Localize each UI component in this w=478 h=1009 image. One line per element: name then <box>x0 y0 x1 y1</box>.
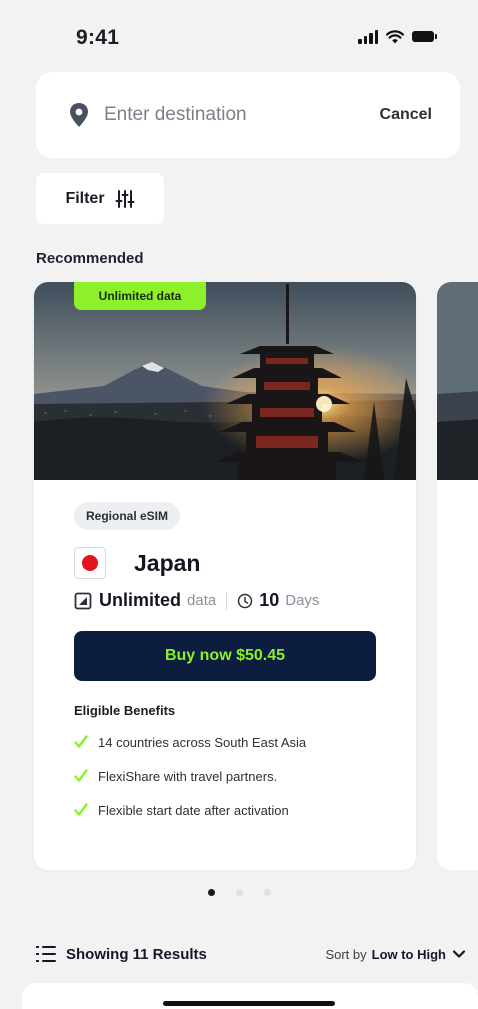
cancel-button[interactable]: Cancel <box>380 106 432 124</box>
plan-details: Unlimited data 10 Days <box>74 590 376 611</box>
check-icon <box>74 735 88 748</box>
unlimited-data-badge: Unlimited data <box>74 282 206 310</box>
battery-icon <box>412 31 437 42</box>
pagination-dot[interactable] <box>235 889 243 896</box>
location-pin-icon <box>68 102 90 128</box>
home-indicator <box>163 1001 335 1006</box>
sort-prefix: Sort by <box>325 946 367 962</box>
carousel-pagination <box>0 889 478 896</box>
duration-value: 10 <box>259 590 280 610</box>
esim-plan-card[interactable]: Unlimited data Regional eSIM Japan Unlim… <box>34 282 416 870</box>
benefit-text: FlexiShare with travel partners. <box>98 768 278 784</box>
data-icon <box>74 592 92 609</box>
sliders-icon <box>115 189 135 208</box>
sort-value: Low to High <box>371 946 446 962</box>
results-bar: Showing 11 Results Sort by Low to High <box>36 942 466 966</box>
search-bar: Cancel <box>36 72 460 158</box>
benefits-title: Eligible Benefits <box>74 703 176 718</box>
status-icons <box>358 29 437 44</box>
esim-type-chip: Regional eSIM <box>74 502 181 530</box>
results-count: Showing 11 Results <box>66 945 207 963</box>
buy-now-button[interactable]: Buy now $50.45 <box>74 631 376 681</box>
detail-divider <box>226 591 228 610</box>
sort-dropdown[interactable]: Sort by Low to High <box>325 947 466 962</box>
mount-fuji-pagoda-image <box>34 282 416 480</box>
filter-label: Filter <box>65 189 105 207</box>
list-icon <box>36 946 56 962</box>
filter-button[interactable]: Filter <box>36 173 164 224</box>
signal-icon <box>358 29 378 44</box>
benefit-item: 14 countries across South East Asia <box>74 732 376 752</box>
check-icon <box>74 803 88 816</box>
benefit-item: Flexible start date after activation <box>74 800 376 820</box>
pagination-dot[interactable] <box>263 889 271 896</box>
data-amount: Unlimited <box>99 590 182 610</box>
clock-icon <box>237 593 253 608</box>
pagination-dot-active[interactable] <box>207 889 215 896</box>
japan-flag-icon <box>74 547 106 579</box>
benefit-item: FlexiShare with travel partners. <box>74 766 376 786</box>
card-body: Regional eSIM Japan Unlimited data 10 Da… <box>74 502 376 820</box>
status-bar: 9:41 <box>0 0 478 70</box>
section-title: Recommended <box>36 250 144 267</box>
destination-search-input[interactable] <box>104 104 380 126</box>
status-time: 9:41 <box>76 26 120 49</box>
benefit-text: 14 countries across South East Asia <box>98 734 307 750</box>
duration-unit: Days <box>285 592 320 609</box>
benefit-text: Flexible start date after activation <box>98 802 289 818</box>
chevron-down-icon <box>452 950 466 958</box>
country-row: Japan <box>74 546 376 580</box>
wifi-icon <box>386 29 404 43</box>
country-name: Japan <box>134 549 201 576</box>
check-icon <box>74 769 88 782</box>
next-card-image <box>437 282 478 480</box>
next-plan-card[interactable] <box>437 282 478 870</box>
data-unit: data <box>187 592 217 609</box>
